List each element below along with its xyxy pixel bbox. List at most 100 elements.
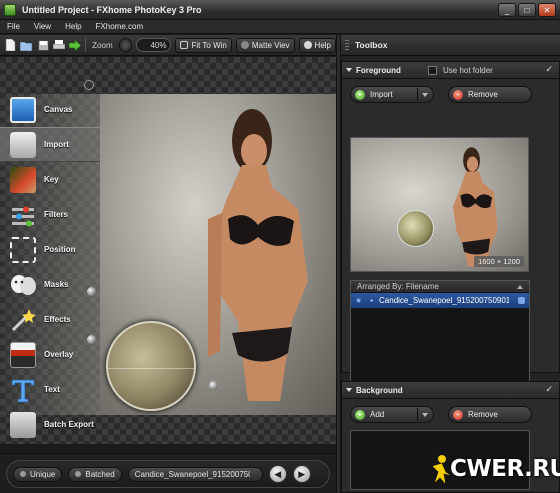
title-bar: Untitled Project - FXhome PhotoKey 3 Pro… [0,0,560,20]
matte-view-label: Matte Viev [251,40,290,50]
tool-label: Effects [44,315,71,324]
minus-icon: − [453,89,463,100]
background-buttons: + Add − Remove [350,406,532,423]
minus-icon: − [453,409,463,420]
next-button[interactable]: ▶ [292,465,311,483]
help-icon [303,41,312,49]
metal-disc [106,321,196,411]
foreground-file-list[interactable]: Arranged By: Filename ★ ▪ Candice_Swanep… [350,280,530,393]
menu-help[interactable]: Help [58,22,88,31]
open-icon[interactable] [20,39,33,52]
sort-icon [517,285,523,289]
add-label: Add [370,410,385,419]
plus-icon: + [355,409,365,420]
add-button[interactable]: + Add [350,406,434,423]
batched-button[interactable]: Batched [68,466,122,482]
toolbox-header: Toolbox [341,35,560,56]
batched-icon [75,471,82,477]
window-controls: _ □ ✕ [498,3,556,17]
toolbox-panel: Toolbox Foreground Use hot folder ✓ + Im… [341,35,560,493]
save-icon[interactable] [37,39,49,52]
batch-controls: Unique Batched Candice_Swanepoel_9152007… [6,460,330,488]
checkmark-icon[interactable]: ✓ [545,64,553,75]
plus-icon: + [355,89,365,100]
tool-label: Position [44,245,76,254]
matte-icon [240,41,249,49]
import-label: Import [370,90,393,99]
app-icon [4,3,16,16]
zoom-knob[interactable] [118,38,132,52]
import-button[interactable]: + Import [350,86,434,103]
unique-label: Unique [30,469,56,479]
checkmark-icon[interactable]: ✓ [545,384,553,395]
collapse-arrow-icon[interactable] [346,68,352,72]
preview-disc [397,210,434,247]
tool-text[interactable]: Text [0,372,100,407]
tool-label: Import [44,140,69,149]
foreground-section: Foreground Use hot folder ✓ + Import − R… [341,61,560,393]
file-select-dropdown[interactable]: Candice_Swanepoel_915200750901 [127,466,263,482]
help-button[interactable]: Help [298,37,336,53]
tool-panel: Canvas Import Key Filters Position Masks… [0,57,100,444]
print-icon[interactable] [53,39,66,52]
tool-label: Masks [44,280,69,289]
unique-button[interactable]: Unique [13,466,63,482]
background-remove-button[interactable]: − Remove [448,406,532,423]
text-icon [11,379,35,402]
background-header[interactable]: Background ✓ [342,382,559,399]
close-button[interactable]: ✕ [538,3,556,17]
list-header[interactable]: Arranged By: Filename [351,281,529,293]
import-dropdown-icon[interactable] [417,88,432,101]
tool-import[interactable]: Import [0,127,100,162]
tool-position[interactable]: Position [0,232,100,267]
hot-folder-checkbox[interactable] [428,66,437,75]
collapse-arrow-icon[interactable] [346,388,352,392]
tool-effects[interactable]: Effects [0,302,100,337]
unique-icon [20,471,26,477]
remove-label: Remove [468,90,498,99]
hot-folder-label: Use hot folder [443,66,493,75]
star-icon: ★ [355,296,363,305]
batched-label: Batched [85,469,115,479]
file-icon: ▪ [370,296,374,305]
batch-export-icon [10,411,36,438]
grip-icon[interactable] [345,39,349,51]
file-name: Candice_Swanepoel_9152007509013 [379,296,510,305]
add-dropdown-icon[interactable] [417,408,432,421]
remove-button[interactable]: − Remove [448,86,532,103]
toolbox-title: Toolbox [355,40,388,50]
list-item[interactable]: ★ ▪ Candice_Swanepoel_9152007509013 [351,293,529,308]
masks-icon [11,274,36,295]
import-icon [10,131,36,158]
minimize-button[interactable]: _ [498,3,516,17]
zoom-value-field[interactable]: 40% [135,38,172,52]
disc-line [108,368,194,369]
tool-key[interactable]: Key [0,162,100,197]
canvas-icon [10,96,36,123]
menu-file[interactable]: File [0,22,27,31]
export-icon[interactable] [69,39,82,52]
foreground-header[interactable]: Foreground Use hot folder ✓ [342,62,559,79]
watermark-text: CWER.RU [450,456,560,482]
fit-to-window-button[interactable]: Fit To Win [175,37,232,53]
maximize-button[interactable]: □ [518,3,536,17]
matte-view-button[interactable]: Matte Viev [235,37,295,53]
remove-label: Remove [468,410,498,419]
foreground-preview: 1600 × 1200 [350,137,529,272]
tool-filters[interactable]: Filters [0,197,100,232]
foreground-title: Foreground [356,65,401,75]
new-icon[interactable] [4,39,16,52]
file-select-value: Candice_Swanepoel_915200750901 [134,469,250,479]
fit-to-window-label: Fit To Win [191,40,227,50]
menu-view[interactable]: View [27,22,58,31]
tool-label: Key [44,175,59,184]
toolbar-separator [85,38,87,52]
tool-canvas[interactable]: Canvas [0,92,100,127]
menu-fxhome[interactable]: FXhome.com [89,22,151,31]
tool-masks[interactable]: Masks [0,267,100,302]
overlay-icon [10,341,36,368]
previous-button[interactable]: ◀ [268,465,287,483]
tool-batch-export[interactable]: Batch Export [0,407,100,442]
tool-overlay[interactable]: Overlay [0,337,100,372]
tool-label: Filters [44,210,69,219]
